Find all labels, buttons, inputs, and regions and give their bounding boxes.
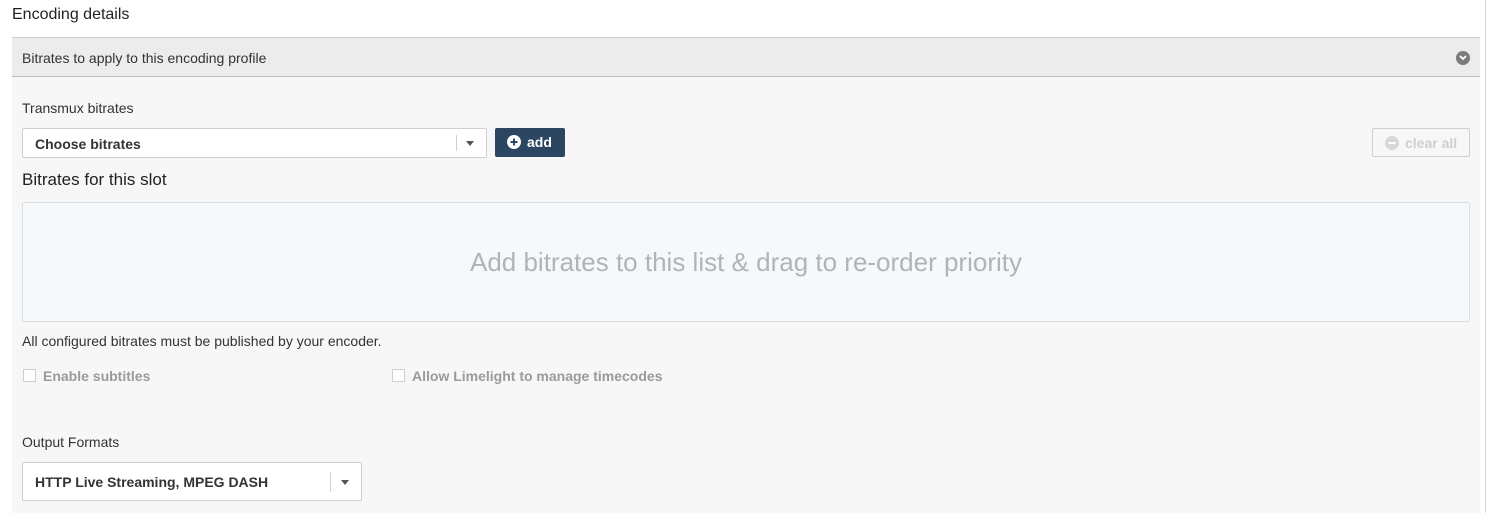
panel-header-label: Bitrates to apply to this encoding profi… [22, 50, 267, 66]
bitrates-select[interactable]: Choose bitrates [22, 128, 487, 158]
caret-down-icon [341, 480, 349, 485]
bitrates-select-value: Choose bitrates [35, 136, 141, 152]
output-formats-label: Output Formats [22, 434, 120, 450]
bitrates-dropzone[interactable]: Add bitrates to this list & drag to re-o… [22, 202, 1470, 322]
dropzone-placeholder: Add bitrates to this list & drag to re-o… [469, 247, 1022, 277]
manage-timecodes-checkbox[interactable] [392, 369, 405, 382]
page-title: Encoding details [12, 6, 130, 23]
select-divider [456, 135, 457, 151]
enable-subtitles-checkbox[interactable] [23, 369, 36, 382]
select-divider [330, 472, 331, 492]
add-button[interactable]: add [495, 128, 565, 157]
add-button-label: add [527, 134, 552, 150]
bitrates-note: All configured bitrates must be publishe… [22, 333, 382, 349]
bitrates-panel: Bitrates to apply to this encoding profi… [12, 37, 1480, 513]
caret-down-icon [466, 141, 474, 146]
clear-all-button[interactable]: clear all [1372, 128, 1470, 157]
panel-header[interactable]: Bitrates to apply to this encoding profi… [12, 37, 1480, 77]
right-divider [1485, 0, 1486, 513]
output-formats-select[interactable]: HTTP Live Streaming, MPEG DASH [22, 462, 362, 501]
transmux-label: Transmux bitrates [22, 100, 134, 116]
chevron-down-circle-icon[interactable] [1456, 51, 1470, 65]
clear-all-label: clear all [1405, 135, 1458, 151]
slot-title: Bitrates for this slot [22, 170, 167, 189]
minus-circle-icon [1385, 136, 1399, 153]
manage-timecodes-label: Allow Limelight to manage timecodes [412, 368, 663, 384]
plus-circle-icon [507, 135, 521, 152]
output-formats-value: HTTP Live Streaming, MPEG DASH [35, 474, 269, 490]
enable-subtitles-label: Enable subtitles [43, 368, 151, 384]
